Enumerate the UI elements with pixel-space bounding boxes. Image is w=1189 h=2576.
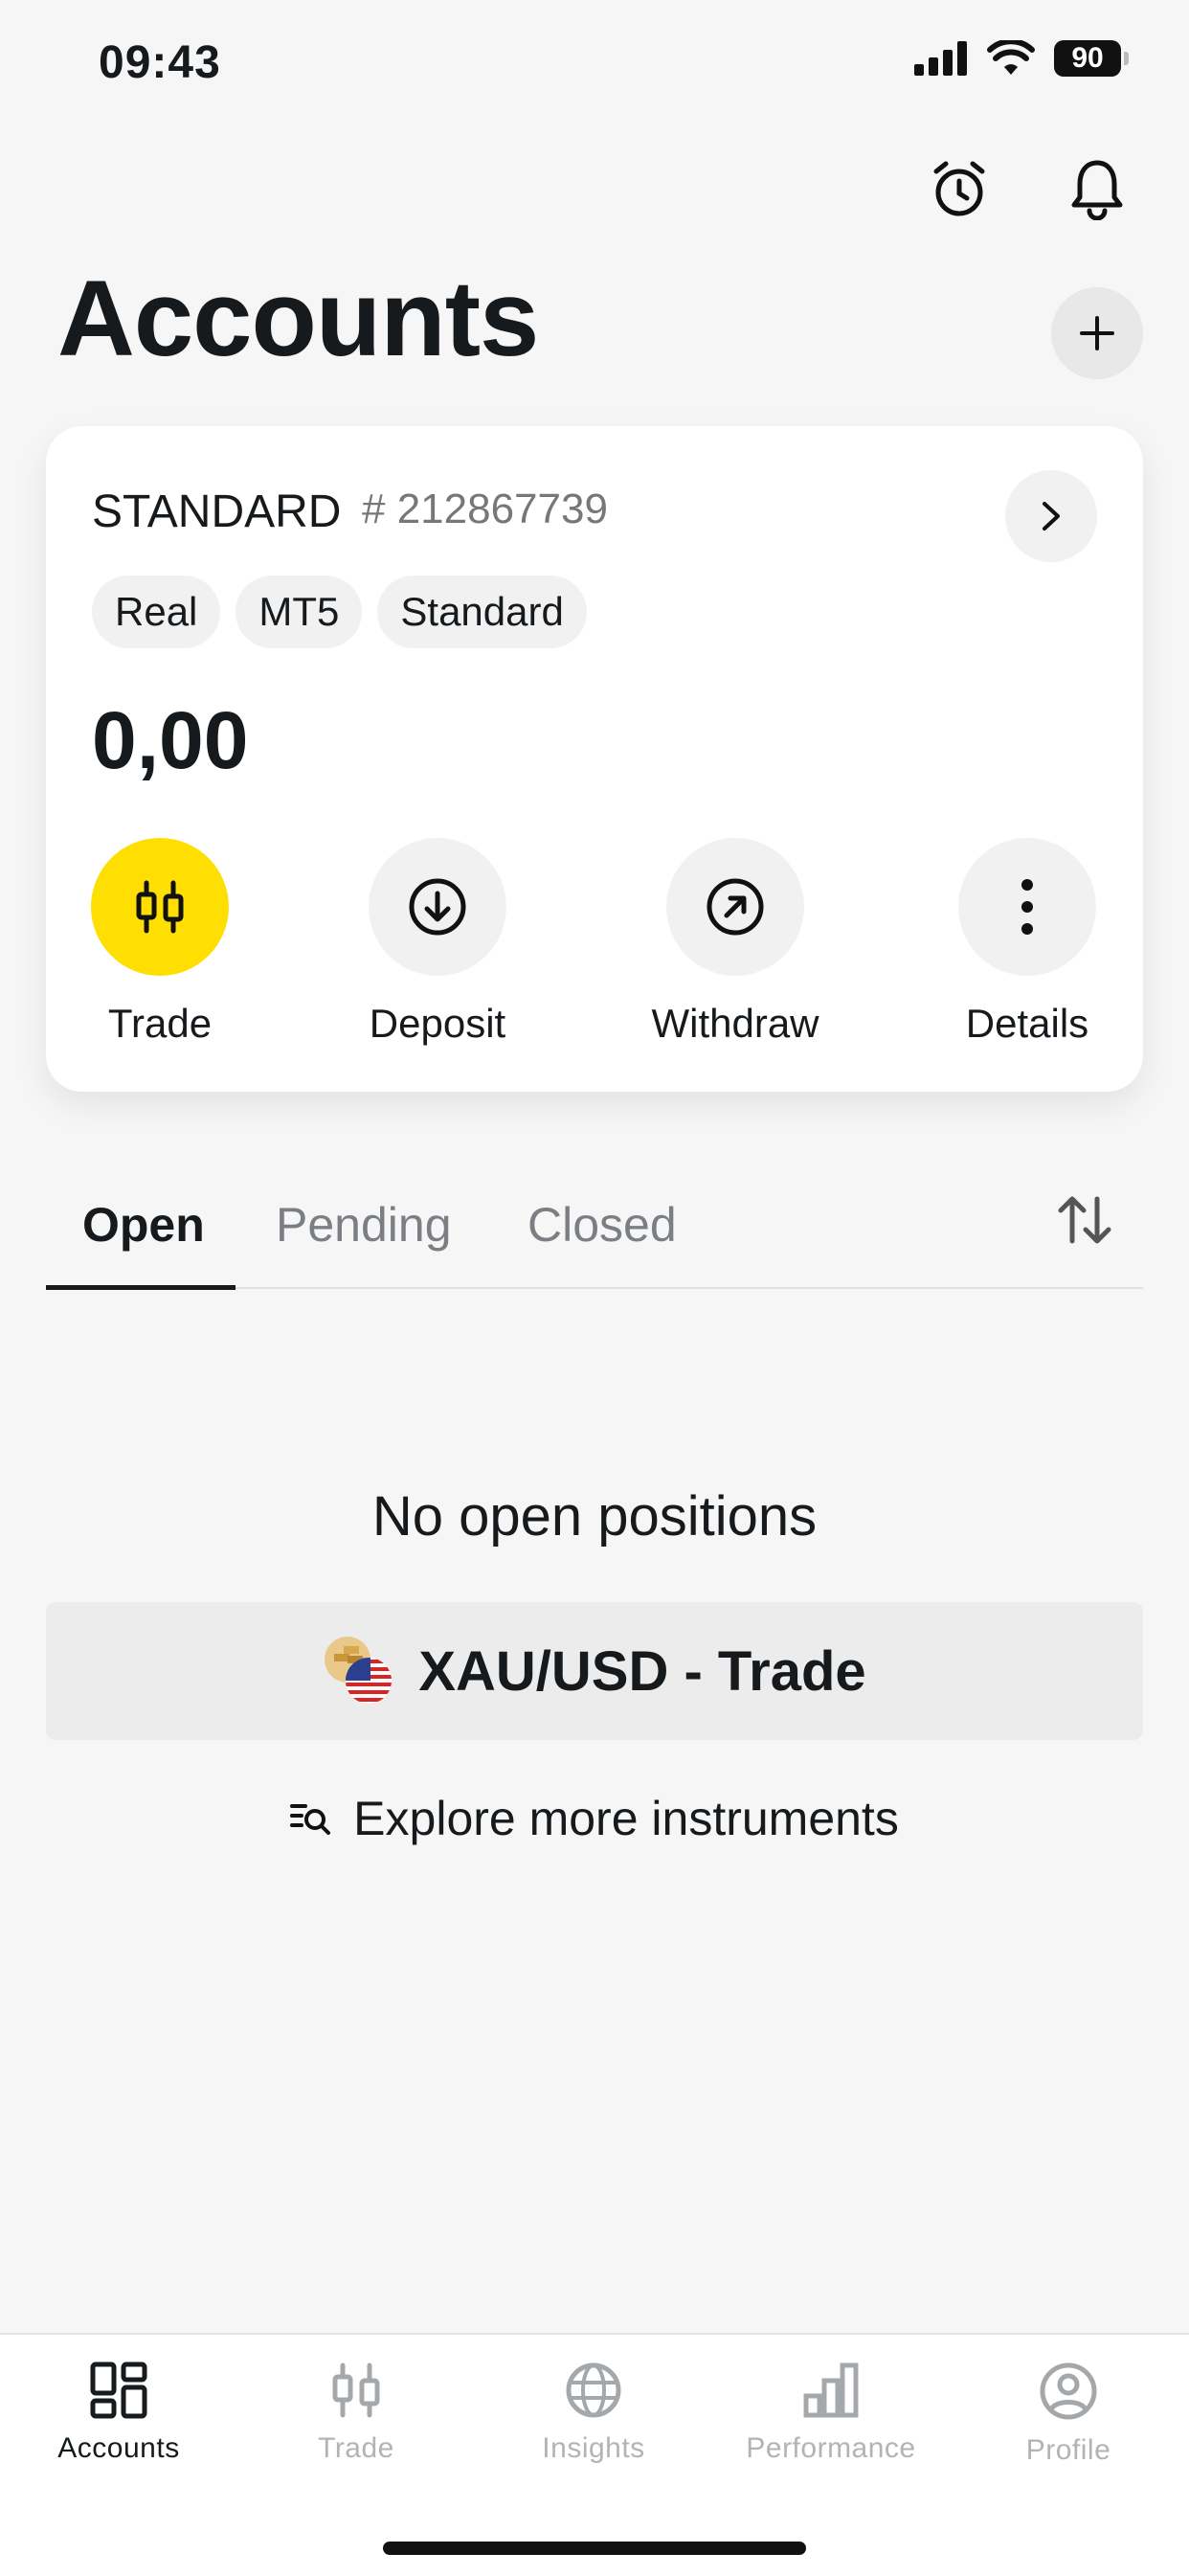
plus-icon bbox=[1079, 315, 1115, 351]
xauusd-trade-button[interactable]: XAU/USD - Trade bbox=[46, 1602, 1143, 1740]
nav-trade-label: Trade bbox=[318, 2432, 394, 2464]
user-circle-icon bbox=[1039, 2361, 1098, 2421]
explore-instruments-label: Explore more instruments bbox=[353, 1792, 899, 1845]
xauusd-trade-label: XAU/USD - Trade bbox=[418, 1639, 866, 1703]
tab-closed[interactable]: Closed bbox=[527, 1197, 677, 1253]
signal-icon bbox=[914, 41, 968, 76]
home-indicator bbox=[383, 2542, 806, 2555]
nav-accounts[interactable]: Accounts bbox=[0, 2361, 237, 2465]
empty-positions-message: No open positions bbox=[371, 1485, 818, 1548]
nav-trade[interactable]: Trade bbox=[237, 2361, 475, 2465]
tab-pending[interactable]: Pending bbox=[276, 1197, 452, 1253]
wifi-icon bbox=[987, 40, 1035, 77]
chevron-right-icon bbox=[1040, 500, 1063, 532]
account-balance: 0,00 bbox=[92, 695, 249, 785]
trade-action-button[interactable]: Trade bbox=[64, 838, 256, 1047]
nav-profile-label: Profile bbox=[1025, 2434, 1111, 2466]
bar-chart-icon bbox=[802, 2361, 860, 2419]
chip-platform: MT5 bbox=[236, 576, 363, 648]
withdraw-action-label: Withdraw bbox=[651, 1001, 819, 1046]
bottom-nav: Accounts Trade Insights Performance Prof… bbox=[0, 2333, 1189, 2576]
download-circle-icon bbox=[407, 876, 468, 938]
trade-action-label: Trade bbox=[107, 1001, 213, 1046]
bell-icon[interactable] bbox=[1063, 155, 1132, 224]
deposit-action-button[interactable]: Deposit bbox=[342, 838, 533, 1047]
sort-button[interactable] bbox=[1055, 1193, 1114, 1247]
battery-indicator: 90 bbox=[1054, 40, 1129, 77]
status-icons: 90 bbox=[914, 40, 1129, 77]
account-chips: Real MT5 Standard bbox=[92, 576, 587, 648]
details-action-button[interactable]: Details bbox=[931, 838, 1123, 1047]
tab-open[interactable]: Open bbox=[82, 1197, 205, 1253]
withdraw-action-circle bbox=[666, 838, 804, 976]
deposit-action-circle bbox=[369, 838, 506, 976]
nav-insights-label: Insights bbox=[542, 2432, 645, 2464]
account-number: # 212867739 bbox=[362, 486, 608, 532]
page-title: Accounts bbox=[57, 259, 539, 378]
alarm-clock-icon[interactable] bbox=[925, 155, 994, 224]
details-action-circle bbox=[958, 838, 1096, 976]
nav-insights[interactable]: Insights bbox=[475, 2361, 712, 2465]
tab-underline bbox=[46, 1285, 236, 1290]
nav-performance[interactable]: Performance bbox=[712, 2361, 950, 2465]
gold-usd-flag-icon bbox=[323, 1635, 395, 1707]
search-list-icon bbox=[290, 1800, 332, 1837]
positions-tabs: Open Pending Closed bbox=[46, 1149, 1143, 1290]
deposit-action-label: Deposit bbox=[369, 1001, 506, 1046]
nav-profile[interactable]: Profile bbox=[950, 2361, 1187, 2467]
chip-account-type: Standard bbox=[377, 576, 587, 648]
globe-icon bbox=[565, 2361, 622, 2419]
candlestick-icon bbox=[130, 877, 190, 937]
withdraw-action-button[interactable]: Withdraw bbox=[639, 838, 831, 1047]
more-vertical-icon bbox=[1021, 878, 1034, 936]
nav-accounts-label: Accounts bbox=[57, 2432, 180, 2464]
candlestick-icon bbox=[327, 2361, 385, 2419]
chip-real: Real bbox=[92, 576, 221, 648]
grid-icon bbox=[90, 2361, 147, 2419]
status-time: 09:43 bbox=[99, 37, 221, 88]
sort-icon bbox=[1055, 1193, 1114, 1247]
details-action-label: Details bbox=[965, 1001, 1089, 1046]
account-type: STANDARD bbox=[92, 486, 342, 537]
trade-action-circle bbox=[91, 838, 229, 976]
account-details-chevron-button[interactable] bbox=[1005, 470, 1097, 562]
explore-instruments-link[interactable]: Explore more instruments bbox=[0, 1791, 1189, 1846]
account-card: STANDARD # 212867739 Real MT5 Standard 0… bbox=[46, 426, 1143, 1092]
nav-performance-label: Performance bbox=[746, 2432, 916, 2464]
arrow-up-right-circle-icon bbox=[705, 876, 766, 938]
add-account-button[interactable] bbox=[1051, 287, 1143, 379]
